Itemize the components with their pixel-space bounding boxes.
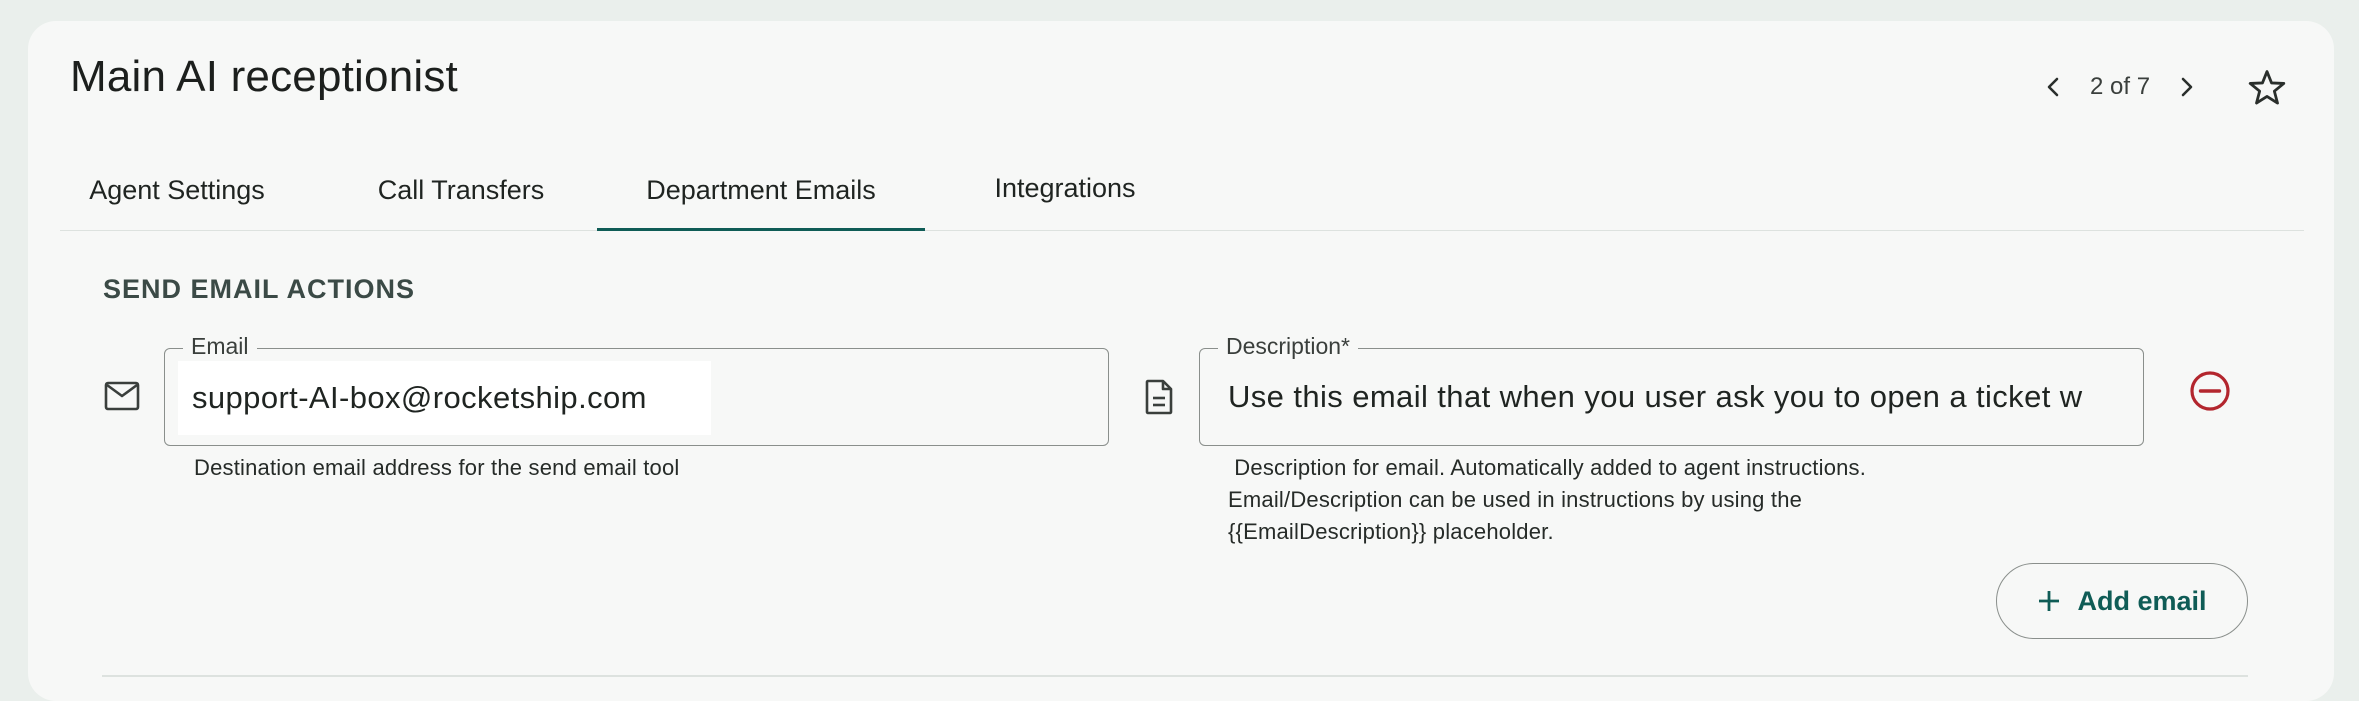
email-field-label: Email <box>183 333 257 360</box>
helper-line: Description for email. Automatically add… <box>1228 455 1867 480</box>
page-title: Main AI receptionist <box>70 52 458 101</box>
document-icon <box>1143 377 1175 417</box>
email-field-value[interactable]: support-AI-box@rocketship.com <box>178 361 711 435</box>
tab-department-emails[interactable]: Department Emails <box>597 150 925 231</box>
helper-line: {{EmailDescription}} placeholder. <box>1228 519 1554 544</box>
tab-label: Call Transfers <box>377 174 545 205</box>
chevron-right-icon[interactable] <box>2164 65 2208 109</box>
description-field-value[interactable]: Use this email that when you user ask yo… <box>1228 349 2115 445</box>
star-outline-icon[interactable] <box>2245 66 2289 110</box>
tab-call-transfers[interactable]: Call Transfers <box>361 150 561 230</box>
tab-label: Integrations <box>994 172 1136 203</box>
chevron-left-icon[interactable] <box>2032 65 2076 109</box>
tab-integrations[interactable]: Integrations <box>975 148 1155 228</box>
plus-icon <box>2039 591 2060 611</box>
tab-label: Department Emails <box>646 174 876 205</box>
email-helper-text: Destination email address for the send e… <box>194 455 680 480</box>
tab-agent-settings[interactable]: Agent Settings <box>78 150 276 230</box>
description-field[interactable]: Description* Use this email that when yo… <box>1199 333 2144 446</box>
helper-line: Email/Description can be used in instruc… <box>1228 487 1803 512</box>
remove-circle-icon[interactable] <box>2189 370 2231 417</box>
mail-icon <box>102 379 142 413</box>
tab-bar: Agent Settings Call Transfers Department… <box>60 150 2304 231</box>
section-title: SEND EMAIL ACTIONS <box>103 274 416 304</box>
add-email-label: Add email <box>2077 585 2207 616</box>
pager: 2 of 7 <box>2032 62 2208 112</box>
add-email-button[interactable]: Add email <box>1996 563 2248 639</box>
pager-count: 2 of 7 <box>2090 73 2151 100</box>
email-field[interactable]: Email support-AI-box@rocketship.com <box>164 333 1109 446</box>
description-helper-text: Description for email. Automatically add… <box>1228 452 1866 548</box>
tab-label: Agent Settings <box>89 174 265 205</box>
